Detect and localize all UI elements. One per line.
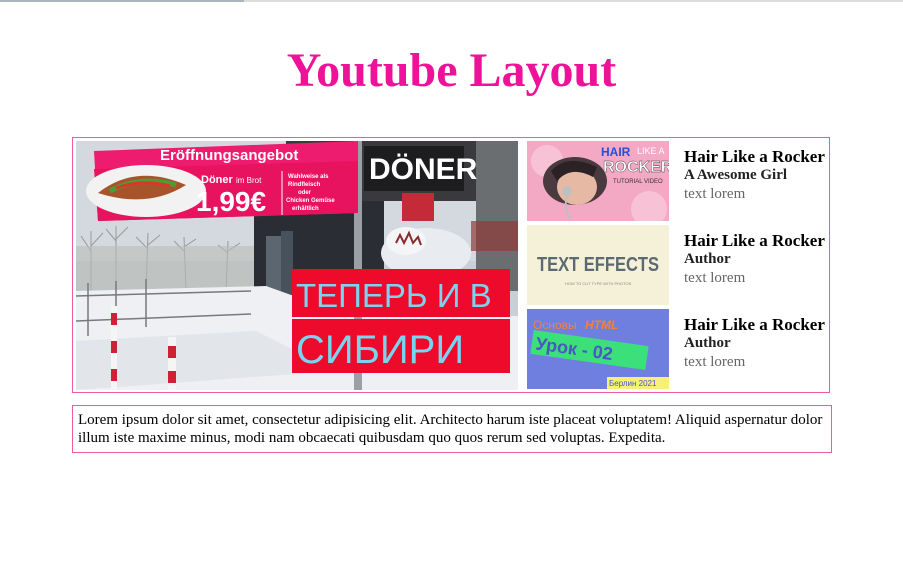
thumb-hair-text: HAIR bbox=[601, 145, 631, 159]
banner-note-3: oder bbox=[298, 190, 312, 196]
thumb-html-text: HTML bbox=[585, 318, 618, 332]
banner-product-a: Döner bbox=[201, 174, 234, 186]
video-info: Hair Like a Rocker A Awesome Girl text l… bbox=[684, 147, 827, 203]
thumb-city-text: Берлин 2021 bbox=[609, 379, 657, 388]
video-description: text lorem bbox=[684, 186, 746, 202]
video-item[interactable]: Основы HTML Урок - 02 Берлин 2021 Hair L… bbox=[527, 309, 827, 389]
banner-product-b: im Brot bbox=[236, 176, 262, 185]
banner-note-4: Chicken Gemüse bbox=[286, 198, 335, 204]
banner-note-2: Rindfleisch bbox=[288, 182, 321, 188]
video-item[interactable]: TEXT EFFECTS HOW TO CUT TYPE WITH PHOTOS… bbox=[527, 225, 827, 305]
page-load-progress bbox=[0, 0, 244, 2]
video-info: Hair Like a Rocker Author text lorem bbox=[684, 231, 827, 287]
thumb-rocker-text: ROCKER bbox=[603, 159, 669, 176]
banner-price: 1,99€ bbox=[196, 186, 266, 217]
related-videos-list: HAIR LIKE A ROCKER TUTORIAL VIDEO Hair L… bbox=[527, 141, 827, 390]
video-info: Hair Like a Rocker Author text lorem bbox=[684, 315, 827, 371]
thumb-tutorial-text: TUTORIAL VIDEO bbox=[613, 179, 663, 185]
thumb-like-text: LIKE A bbox=[637, 146, 665, 156]
page-load-bar bbox=[0, 0, 903, 2]
thumb-subtitle: HOW TO CUT TYPE WITH PHOTOS bbox=[565, 281, 632, 286]
video-layout: DÖNER Eröffnungsangebot Döner im Brot 1,… bbox=[72, 137, 830, 393]
video-thumbnail[interactable]: TEXT EFFECTS HOW TO CUT TYPE WITH PHOTOS bbox=[527, 225, 669, 305]
main-video-frame: DÖNER Eröffnungsangebot Döner im Brot 1,… bbox=[76, 141, 518, 390]
thumb-osnovy-text: Основы bbox=[533, 318, 577, 332]
banner-note-1: Wahlweise als bbox=[288, 174, 329, 180]
video-title[interactable]: Hair Like a Rocker bbox=[684, 315, 827, 334]
video-description: text lorem bbox=[684, 354, 746, 370]
overlay-line-2: СИБИРИ bbox=[296, 328, 464, 372]
overlay-line-1: ТЕПЕРЬ И В bbox=[296, 277, 492, 314]
video-author[interactable]: Author bbox=[684, 250, 827, 269]
video-title[interactable]: Hair Like a Rocker bbox=[684, 147, 827, 166]
video-author[interactable]: Author bbox=[684, 334, 827, 353]
page-title: Youtube Layout bbox=[286, 44, 617, 97]
main-video-player[interactable]: DÖNER Eröffnungsangebot Döner im Brot 1,… bbox=[76, 141, 518, 390]
video-description: text lorem bbox=[684, 270, 746, 286]
banner-headline: Eröffnungsangebot bbox=[160, 147, 298, 164]
video-description-box: Lorem ipsum dolor sit amet, consectetur … bbox=[72, 405, 832, 453]
thumb-text-effects: TEXT EFFECTS bbox=[537, 254, 659, 276]
video-author[interactable]: A Awesome Girl bbox=[684, 166, 827, 185]
video-item[interactable]: HAIR LIKE A ROCKER TUTORIAL VIDEO Hair L… bbox=[527, 141, 827, 221]
shop-sign-text: DÖNER bbox=[369, 153, 478, 186]
video-thumbnail[interactable]: HAIR LIKE A ROCKER TUTORIAL VIDEO bbox=[527, 141, 669, 221]
video-title[interactable]: Hair Like a Rocker bbox=[684, 231, 827, 250]
banner-note-5: erhältlich bbox=[292, 206, 319, 212]
video-thumbnail[interactable]: Основы HTML Урок - 02 Берлин 2021 bbox=[527, 309, 669, 389]
